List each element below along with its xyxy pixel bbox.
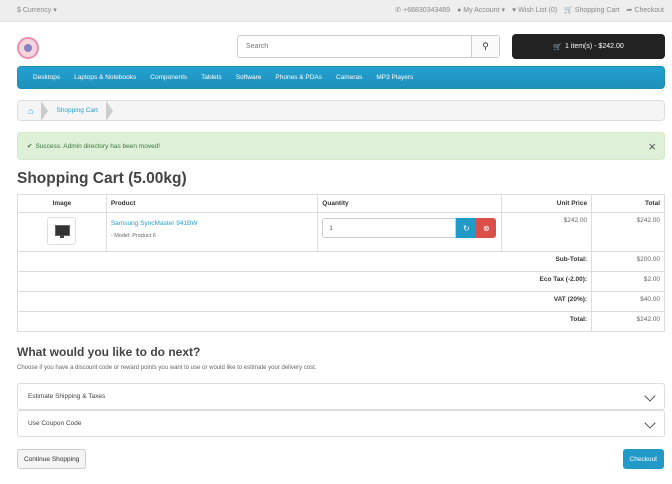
totals-row: VAT (20%): $40.00 bbox=[16, 291, 665, 312]
menu-item-components[interactable]: Components bbox=[143, 74, 194, 81]
check-circle-icon: ✔ bbox=[27, 143, 33, 150]
my-account-label: My Account bbox=[463, 6, 500, 14]
refresh-icon: ↻ bbox=[462, 223, 470, 233]
checkout-label: Checkout bbox=[634, 6, 664, 14]
estimate-shipping-panel[interactable]: Estimate Shipping & Taxes bbox=[17, 383, 665, 410]
coupon-code-panel[interactable]: Use Coupon Code bbox=[17, 410, 665, 437]
checkout-button[interactable]: Checkout bbox=[622, 449, 664, 469]
cart-table: Image Product Quantity Unit Price Total … bbox=[16, 194, 665, 332]
quantity-group: ↻ ⊗ bbox=[322, 218, 497, 238]
caret-down-icon: ▾ bbox=[53, 7, 57, 14]
page-title: Shopping Cart (5.00kg) bbox=[17, 170, 187, 187]
header-image: Image bbox=[17, 194, 107, 213]
product-model: - Model: Product 6 bbox=[110, 233, 156, 239]
currency-dropdown[interactable]: $ Currency ▾ bbox=[17, 6, 57, 14]
phone-icon: ✆ bbox=[395, 7, 402, 14]
phone-link[interactable]: ✆ +66830343489 bbox=[395, 6, 451, 15]
breadcrumb-separator bbox=[41, 100, 49, 121]
share-icon: ➦ bbox=[626, 7, 633, 14]
coupon-code-label: Use Coupon Code bbox=[28, 420, 82, 427]
product-cell: Samsung SyncMaster 941BW - Model: Produc… bbox=[105, 212, 319, 252]
total-cell: $242.00 bbox=[591, 212, 665, 252]
menu-item-desktops[interactable]: Desktops bbox=[26, 74, 67, 81]
totals-value: $200.00 bbox=[591, 251, 665, 272]
success-alert: ✔ Success: Admin directory has been move… bbox=[17, 132, 665, 160]
breadcrumb: ⌂ Shopping Cart bbox=[17, 100, 665, 121]
header-unit-price: Unit Price bbox=[501, 194, 593, 213]
product-image-cell bbox=[17, 212, 107, 252]
header-total: Total bbox=[591, 194, 665, 213]
home-icon[interactable]: ⌂ bbox=[28, 106, 33, 116]
totals-value: $242.00 bbox=[591, 311, 665, 332]
header-quantity: Quantity bbox=[317, 194, 503, 213]
continue-shopping-button[interactable]: Continue Shopping bbox=[17, 449, 87, 469]
menu-item-cameras[interactable]: Cameras bbox=[329, 74, 369, 81]
my-account-dropdown[interactable]: ● My Account ▾ bbox=[457, 6, 505, 15]
currency-label: $ Currency bbox=[17, 7, 52, 14]
estimate-shipping-label: Estimate Shipping & Taxes bbox=[28, 393, 106, 400]
quantity-input[interactable] bbox=[322, 218, 457, 238]
close-icon[interactable]: × bbox=[648, 139, 656, 154]
remove-button[interactable]: ⊗ bbox=[476, 218, 497, 238]
cart-button[interactable]: 🛒 1 item(s) - $242.00 bbox=[512, 34, 665, 59]
search-icon: ⚲ bbox=[482, 41, 489, 51]
shopping-cart-label: Shopping Cart bbox=[574, 6, 620, 14]
totals-label: VAT (20%): bbox=[16, 291, 593, 312]
breadcrumb-separator bbox=[106, 100, 113, 121]
user-icon: ● bbox=[457, 6, 462, 14]
shopping-cart-link[interactable]: 🛒 Shopping Cart bbox=[564, 6, 620, 15]
breadcrumb-shopping-cart[interactable]: Shopping Cart bbox=[56, 107, 98, 114]
totals-value: $40.00 bbox=[591, 291, 665, 312]
heart-icon: ♥ bbox=[512, 6, 517, 14]
checkout-link[interactable]: ➦ Checkout bbox=[626, 6, 664, 15]
store-logo[interactable] bbox=[17, 37, 39, 59]
phone-label: +66830343489 bbox=[403, 6, 451, 14]
times-circle-icon: ⊗ bbox=[482, 223, 490, 233]
wish-list-label: Wish List (0) bbox=[518, 6, 558, 14]
totals-value: $2.00 bbox=[591, 271, 665, 292]
cart-icon: 🛒 bbox=[553, 43, 562, 51]
totals-label: Eco Tax (-2.00): bbox=[16, 271, 593, 292]
menu-item-phones[interactable]: Phones & PDAs bbox=[268, 74, 329, 81]
header-product: Product bbox=[105, 194, 319, 213]
alert-message: Success: Admin directory has been moved! bbox=[35, 142, 161, 150]
caret-down-icon: ▾ bbox=[501, 7, 505, 14]
product-thumbnail[interactable] bbox=[47, 217, 77, 245]
wish-list-link[interactable]: ♥ Wish List (0) bbox=[512, 6, 557, 14]
next-hint: Choose if you have a discount code or re… bbox=[17, 365, 317, 371]
chevron-down-icon bbox=[644, 390, 656, 402]
menu-item-mp3[interactable]: MP3 Players bbox=[369, 74, 420, 81]
menu-item-tablets[interactable]: Tablets bbox=[194, 74, 229, 81]
table-row: Samsung SyncMaster 941BW - Model: Produc… bbox=[17, 212, 665, 252]
menu-item-laptops[interactable]: Laptops & Notebooks bbox=[67, 74, 143, 81]
category-menu: Desktops Laptops & Notebooks Components … bbox=[17, 66, 665, 89]
table-header-row: Image Product Quantity Unit Price Total bbox=[17, 194, 665, 213]
unit-price-cell: $242.00 bbox=[501, 212, 593, 252]
totals-label: Total: bbox=[16, 311, 593, 332]
product-name-link[interactable]: Samsung SyncMaster 941BW bbox=[111, 220, 313, 227]
search-box: ⚲ bbox=[237, 35, 500, 58]
search-input[interactable] bbox=[238, 36, 472, 57]
cart-button-label: 1 item(s) - $242.00 bbox=[564, 43, 624, 50]
totals-row: Total: $242.00 bbox=[16, 311, 665, 332]
search-button[interactable]: ⚲ bbox=[472, 36, 499, 57]
totals-row: Eco Tax (-2.00): $2.00 bbox=[16, 271, 665, 292]
top-bar: $ Currency ▾ ✆ +66830343489 ● My Account ▾ … bbox=[0, 0, 672, 22]
update-button[interactable]: ↻ bbox=[456, 218, 477, 238]
totals-label: Sub-Total: bbox=[16, 251, 593, 272]
quantity-cell: ↻ ⊗ bbox=[317, 212, 503, 252]
menu-item-software[interactable]: Software bbox=[229, 74, 269, 81]
totals-row: Sub-Total: $200.00 bbox=[16, 251, 665, 272]
next-heading: What would you like to do next? bbox=[17, 345, 201, 359]
top-links: ✆ +66830343489 ● My Account ▾ ♥ Wish List (0… bbox=[395, 6, 664, 15]
chevron-down-icon bbox=[644, 417, 656, 429]
cart-icon: 🛒 bbox=[564, 7, 573, 14]
